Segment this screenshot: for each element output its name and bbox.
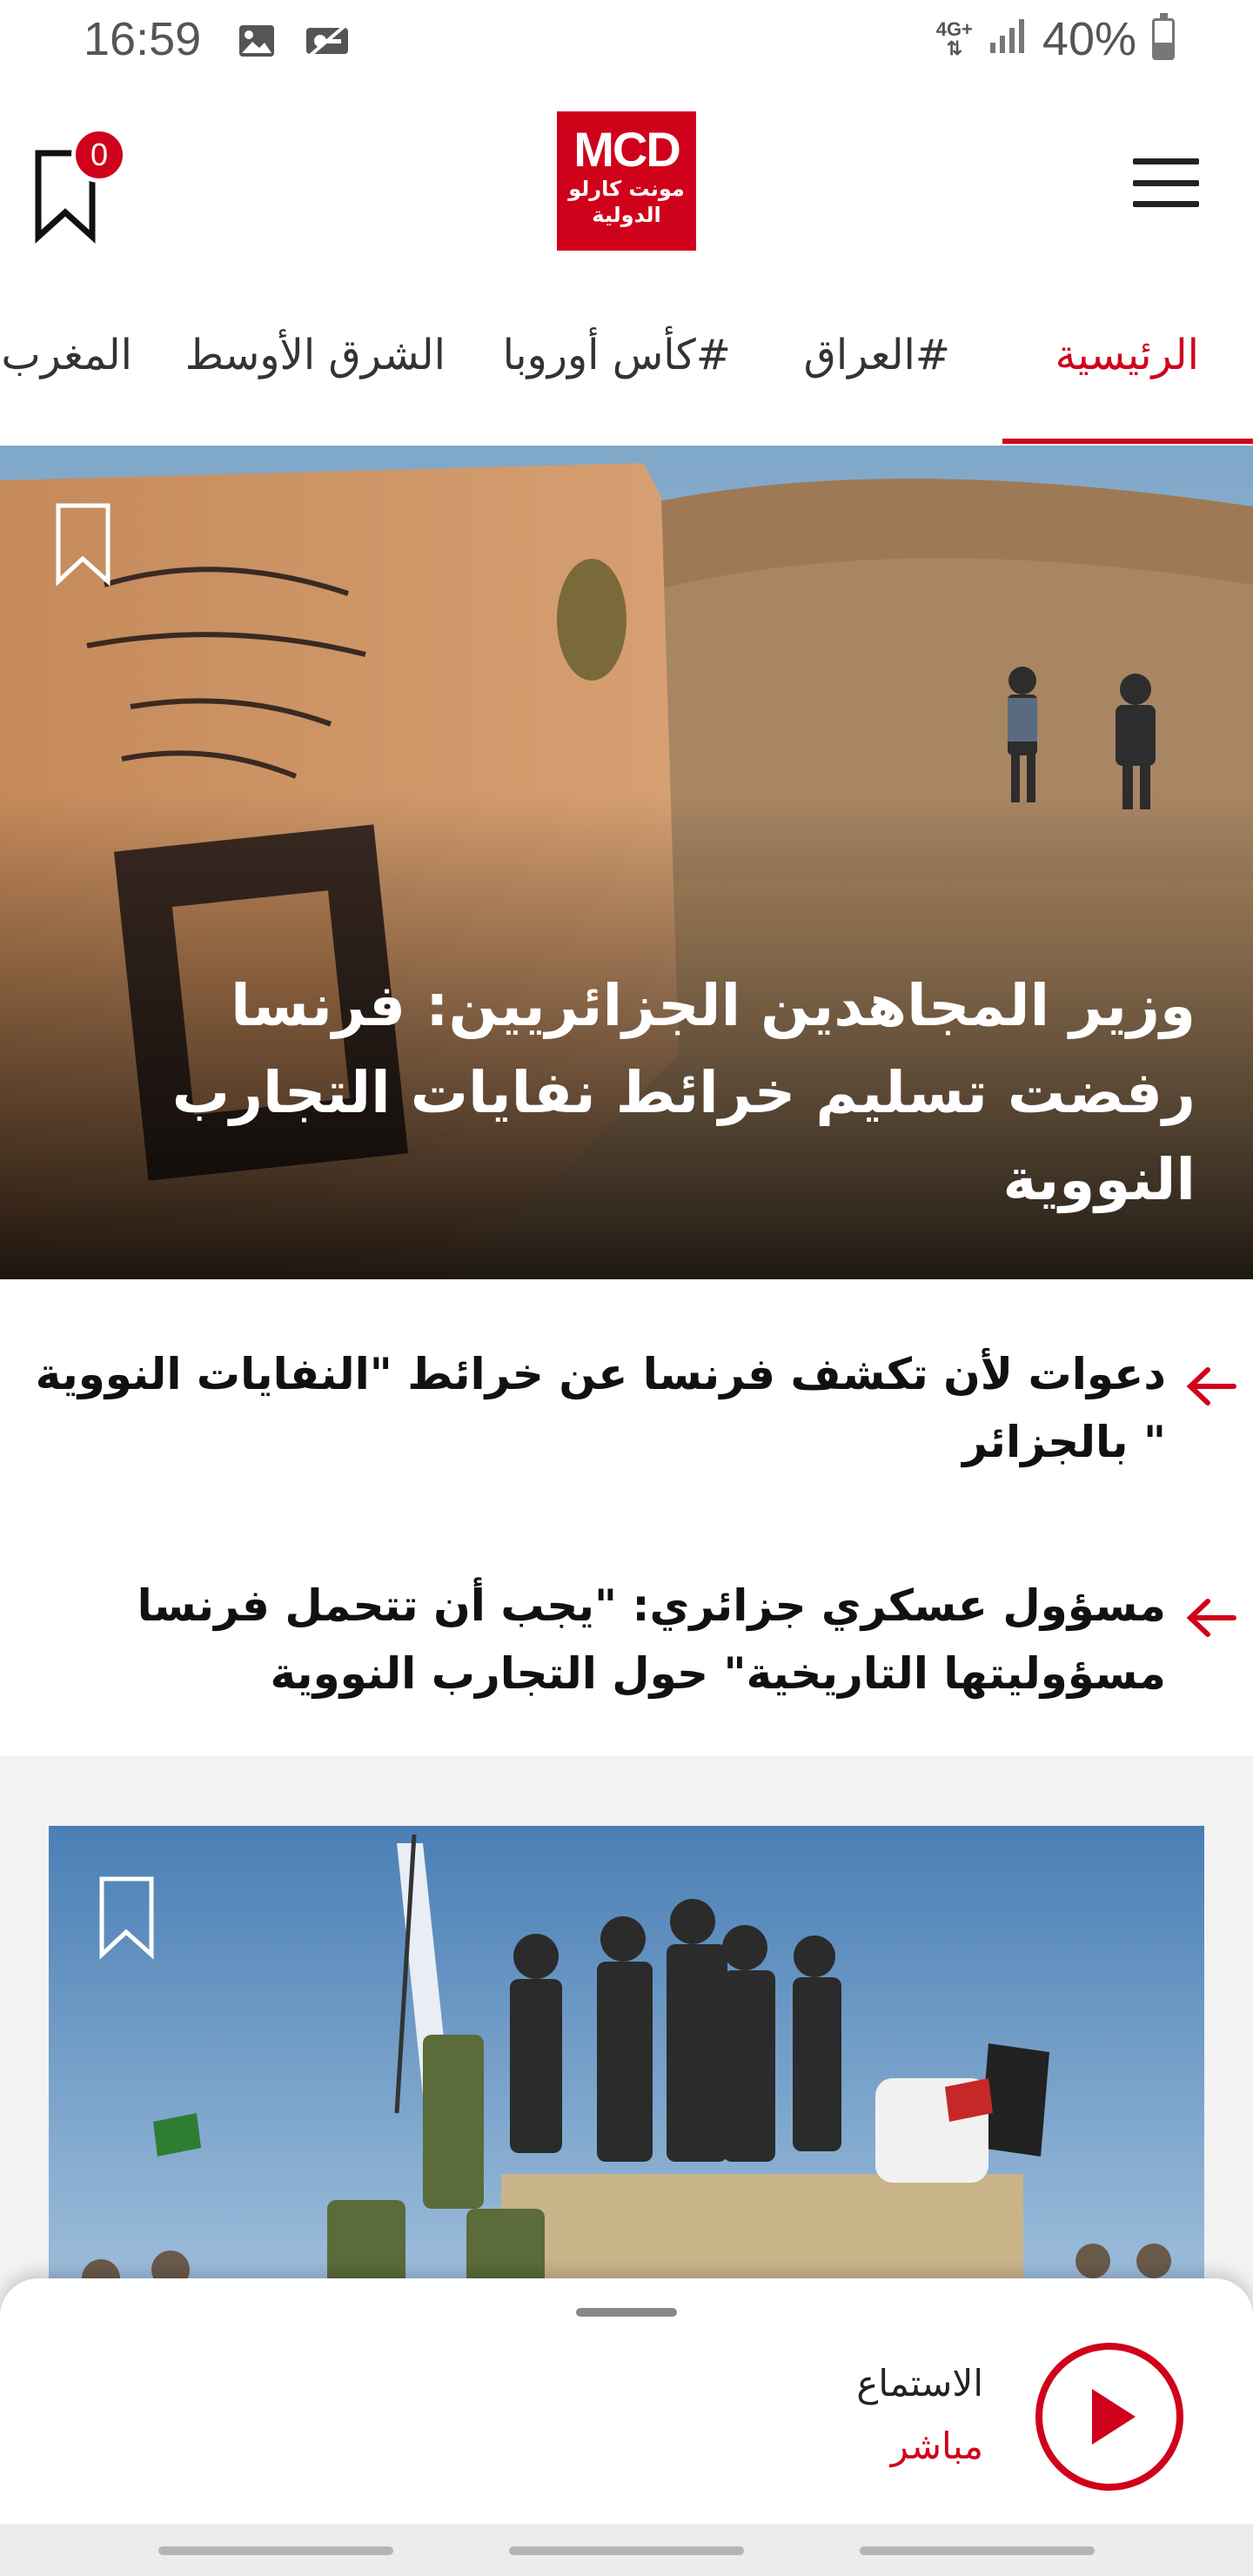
battery-percent: 40%: [1042, 13, 1136, 65]
menu-icon-line: [1133, 179, 1199, 186]
system-nav-bar: [0, 2524, 1253, 2576]
player-label: الاستماع: [856, 2362, 983, 2405]
logo-sub-1: مونت كارلو: [568, 177, 685, 201]
live-player[interactable]: الاستماع مباشر: [0, 2278, 1253, 2524]
play-icon: [1092, 2389, 1136, 2445]
related-headline[interactable]: دعوات لأن تكشف فرنسا عن خرائط "النفايات …: [35, 1340, 1166, 1476]
bookmark-icon: [99, 1876, 154, 1960]
tab-middle-east[interactable]: الشرق الأوسط: [185, 331, 446, 379]
arrow-left-icon: [1186, 1367, 1236, 1405]
bookmark-count-badge: 0: [71, 127, 127, 183]
card-bookmark-button[interactable]: [97, 1875, 158, 1962]
article-card[interactable]: [49, 1826, 1204, 2348]
article-card-image: [49, 1826, 1204, 2348]
battery-icon: [1152, 13, 1175, 60]
image-icon: [237, 21, 277, 64]
tab-maghreb[interactable]: المغرب: [1, 331, 132, 379]
player-live-label: مباشر: [890, 2425, 983, 2467]
related-list: دعوات لأن تكشف فرنسا عن خرائط "النفايات …: [0, 1279, 1253, 1756]
nav-home-button[interactable]: [509, 2546, 744, 2555]
bookmark-icon: [56, 503, 111, 587]
arrow-left-icon: [1186, 1599, 1236, 1637]
nav-back-button[interactable]: [860, 2546, 1095, 2555]
app-header: 0 MCD مونت كارلو الدولية: [0, 87, 1253, 296]
play-button[interactable]: [1035, 2343, 1183, 2491]
nav-recents-button[interactable]: [158, 2546, 393, 2555]
menu-icon-line: [1133, 201, 1199, 207]
mcd-logo[interactable]: MCD مونت كارلو الدولية: [557, 111, 696, 251]
signal-icon: [988, 12, 1027, 66]
logo-main: MCD: [573, 122, 681, 177]
hero-headline[interactable]: وزير المجاهدين الجزائريين: فرنسا رفضت تس…: [82, 963, 1196, 1224]
status-notification-icons: [237, 21, 352, 64]
related-headline[interactable]: مسؤول عسكري جزائري: "يجب أن تتحمل فرنسا …: [35, 1572, 1166, 1707]
hero-bookmark-button[interactable]: [54, 501, 115, 588]
active-tab-indicator: [1002, 439, 1253, 444]
status-time: 16:59: [84, 13, 202, 65]
section-tabs: الرئيسية #العراق #كأس أوروبا الشرق الأوس…: [0, 296, 1253, 444]
menu-icon-line: [1133, 158, 1199, 164]
player-drag-handle[interactable]: [576, 2308, 677, 2317]
status-bar: 16:59 4G+ ⇅ 40%: [0, 0, 1253, 87]
tab-iraq[interactable]: #العراق: [804, 331, 950, 379]
status-right: 4G+ ⇅ 40%: [936, 12, 1175, 66]
logo-sub-2: الدولية: [592, 203, 661, 227]
menu-button[interactable]: [1133, 158, 1199, 207]
hero-article[interactable]: وزير المجاهدين الجزائريين: فرنسا رفضت تس…: [0, 446, 1253, 1279]
vpn-key-icon: [303, 21, 352, 64]
network-type: 4G+ ⇅: [935, 18, 973, 59]
tab-home[interactable]: الرئيسية: [1055, 331, 1199, 379]
tab-euro-cup[interactable]: #كأس أوروبا: [503, 331, 731, 379]
